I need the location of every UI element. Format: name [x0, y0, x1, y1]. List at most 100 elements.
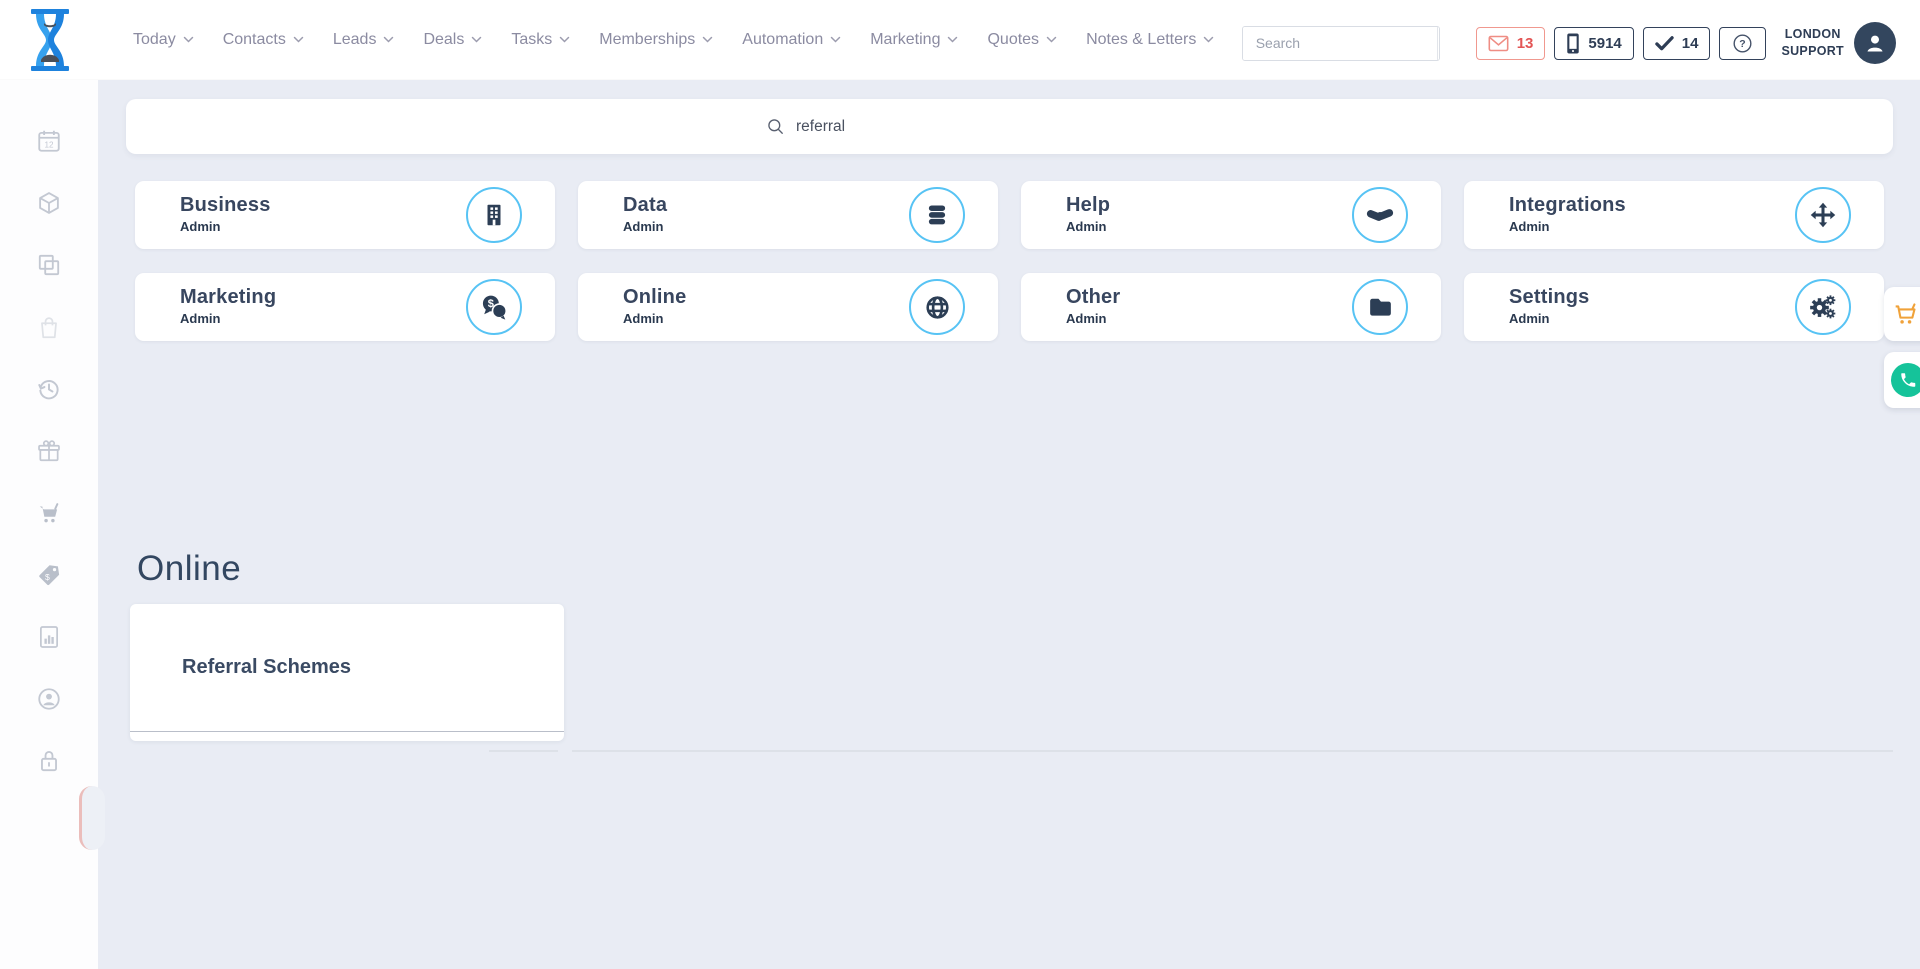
handshake-icon [1352, 187, 1408, 243]
global-search-button[interactable] [1437, 27, 1440, 60]
topbar-right-cluster: 13 5914 14 ? LONDON SUPPORT [1242, 23, 1896, 63]
move-arrows-icon [1795, 187, 1851, 243]
nav-memberships-label: Memberships [599, 31, 695, 49]
globe-icon [909, 279, 965, 335]
nav-leads-label: Leads [333, 31, 377, 49]
card-help-admin[interactable]: Help Admin [1021, 181, 1441, 249]
nav-contacts-label: Contacts [223, 31, 286, 49]
nav-quotes[interactable]: Quotes [987, 31, 1057, 49]
gift-icon[interactable] [36, 438, 62, 464]
mobile-phone-icon [1566, 33, 1580, 54]
checkmark-icon [1655, 35, 1674, 51]
chevron-down-icon [183, 36, 194, 44]
nav-automation[interactable]: Automation [742, 31, 841, 49]
report-icon[interactable] [36, 624, 62, 650]
shopping-bag-icon[interactable] [36, 314, 62, 340]
nav-today[interactable]: Today [133, 31, 194, 49]
search-icon [766, 117, 785, 136]
cart-icon[interactable] [36, 500, 62, 526]
floating-cart-button[interactable] [1884, 287, 1920, 341]
chevron-down-icon [383, 36, 394, 44]
price-tag-icon[interactable]: $ [36, 562, 62, 588]
card-business-admin[interactable]: Business Admin [135, 181, 555, 249]
global-search [1242, 26, 1440, 61]
folder-icon [1352, 279, 1408, 335]
svg-text:?: ? [1740, 38, 1746, 50]
divider-line [489, 750, 558, 752]
admin-search-bar[interactable]: referral [126, 99, 1893, 154]
avatar[interactable] [1854, 22, 1896, 64]
nav-contacts[interactable]: Contacts [223, 31, 304, 49]
lock-icon[interactable] [36, 748, 62, 774]
card-settings-admin[interactable]: Settings Admin [1464, 273, 1884, 341]
nav-tasks-label: Tasks [511, 31, 552, 49]
card-integrations-admin[interactable]: Integrations Admin [1464, 181, 1884, 249]
admin-search-value[interactable]: referral [796, 118, 845, 136]
section-title: Online [137, 549, 241, 589]
cube-icon[interactable] [36, 190, 62, 216]
nav-marketing[interactable]: Marketing [870, 31, 958, 49]
search-icon [1438, 34, 1440, 53]
svg-text:12: 12 [44, 141, 54, 150]
gears-icon [1795, 279, 1851, 335]
chevron-down-icon [559, 36, 570, 44]
chevron-down-icon [1046, 36, 1057, 44]
question-circle-icon: ? [1732, 33, 1753, 54]
help-badge[interactable]: ? [1719, 27, 1766, 60]
dollar-chat-icon: $ [466, 279, 522, 335]
chevron-down-icon [471, 36, 482, 44]
chevron-down-icon [1203, 36, 1214, 44]
chevron-down-icon [702, 36, 713, 44]
nav-marketing-label: Marketing [870, 31, 940, 49]
card-online-admin[interactable]: Online Admin [578, 273, 998, 341]
result-label: Referral Schemes [182, 656, 351, 679]
svg-text:$: $ [45, 572, 50, 582]
card-data-admin[interactable]: Data Admin [578, 181, 998, 249]
messages-badge[interactable]: 13 [1476, 27, 1546, 60]
nav-tasks[interactable]: Tasks [511, 31, 570, 49]
history-icon[interactable] [36, 376, 62, 402]
envelope-icon [1488, 35, 1509, 52]
card-marketing-admin[interactable]: Marketing Admin $ [135, 273, 555, 341]
phone-circle [1891, 363, 1920, 397]
floating-phone-button[interactable] [1884, 352, 1920, 408]
nav-deals[interactable]: Deals [423, 31, 482, 49]
building-icon [466, 187, 522, 243]
top-bar: Today Contacts Leads Deals Tasks Members… [0, 0, 1920, 80]
svg-text:$: $ [488, 298, 494, 310]
main-nav: Today Contacts Leads Deals Tasks Members… [133, 0, 1380, 80]
calls-count: 5914 [1588, 35, 1621, 52]
card-other-admin[interactable]: Other Admin [1021, 273, 1441, 341]
tasks-badge[interactable]: 14 [1643, 27, 1711, 60]
nav-deals-label: Deals [423, 31, 464, 49]
database-icon [909, 187, 965, 243]
nav-leads[interactable]: Leads [333, 31, 395, 49]
chevron-down-icon [830, 36, 841, 44]
current-user-name: LONDON SUPPORT [1781, 26, 1844, 60]
nav-notes-letters-label: Notes & Letters [1086, 31, 1196, 49]
phone-icon [1899, 371, 1917, 389]
collapsed-drawer-handle[interactable] [79, 786, 105, 850]
user-circle-icon[interactable] [36, 686, 62, 712]
nav-memberships[interactable]: Memberships [599, 31, 713, 49]
divider-line [572, 750, 1893, 752]
calendar-icon[interactable]: 12 [36, 128, 62, 154]
copy-icon[interactable] [36, 252, 62, 278]
app-logo-hourglass-icon[interactable] [30, 9, 70, 71]
nav-quotes-label: Quotes [987, 31, 1039, 49]
chevron-down-icon [947, 36, 958, 44]
nav-today-label: Today [133, 31, 176, 49]
tasks-count: 14 [1682, 35, 1699, 52]
global-search-input[interactable] [1243, 27, 1437, 60]
cart-icon [1891, 300, 1919, 328]
person-icon [1863, 31, 1887, 55]
chevron-down-icon [293, 36, 304, 44]
user-name-line1: LONDON [1781, 26, 1844, 43]
nav-notes-letters[interactable]: Notes & Letters [1086, 31, 1214, 49]
calls-badge[interactable]: 5914 [1554, 27, 1633, 60]
result-referral-schemes[interactable]: Referral Schemes [130, 604, 564, 732]
search-results-card: Referral Schemes [130, 604, 564, 741]
user-name-line2: SUPPORT [1781, 43, 1844, 60]
nav-automation-label: Automation [742, 31, 823, 49]
messages-count: 13 [1517, 35, 1534, 52]
